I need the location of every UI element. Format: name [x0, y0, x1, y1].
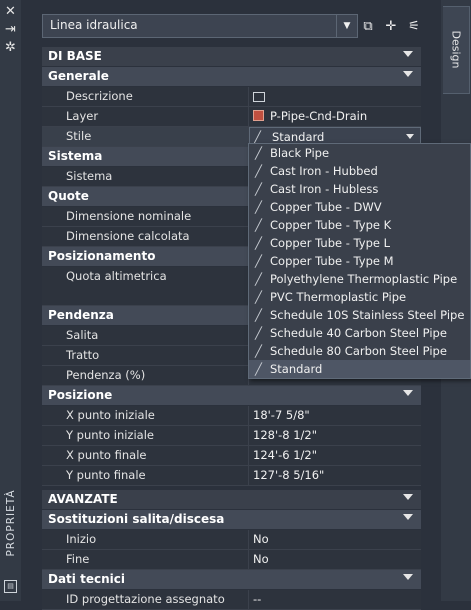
palette-title: PROPRIETÀ [5, 489, 17, 557]
quick-select-icon[interactable]: ⚟ [405, 18, 423, 36]
style-icon: ╱ [255, 272, 262, 286]
object-type-selector[interactable]: Linea idraulica ▼ [42, 14, 358, 38]
prop-fine[interactable]: Fine No [42, 550, 421, 570]
style-icon: ╱ [255, 362, 262, 376]
style-icon: ╱ [255, 146, 262, 160]
prop-inizio[interactable]: Inizio No [42, 530, 421, 550]
select-objects-icon[interactable]: ✛ [382, 18, 400, 36]
palette-title-bar: ✕ ⇥ ✲ PROPRIETÀ ▤ [0, 0, 22, 601]
close-icon[interactable]: ✕ [3, 4, 18, 19]
style-option[interactable]: ╱ Standard [249, 360, 470, 378]
style-option[interactable]: ╱ Cast Iron - Hubbed [249, 162, 470, 180]
style-icon: ╱ [255, 326, 262, 340]
section-avanzate[interactable]: AVANZATE [42, 490, 421, 510]
category-dati-tecnici[interactable]: Dati tecnici [42, 570, 421, 590]
style-option[interactable]: ╱ Schedule 80 Carbon Steel Pipe [249, 342, 470, 360]
tab-design[interactable]: Design [443, 6, 470, 94]
add-selection-icon[interactable]: ⧉ [359, 18, 377, 36]
auto-hide-icon[interactable]: ⇥ [3, 22, 18, 37]
style-icon: ╱ [255, 164, 262, 178]
layer-color-swatch [253, 110, 264, 121]
style-option[interactable]: ╱ Black Pipe [249, 144, 470, 162]
table-icon[interactable] [253, 91, 265, 102]
collapse-icon[interactable] [403, 494, 413, 500]
style-icon: ╱ [255, 236, 262, 250]
style-icon: ╱ [255, 182, 262, 196]
prop-y-iniziale[interactable]: Y punto iniziale 128'-8 1/2" [42, 426, 421, 446]
style-icon: ╱ [255, 344, 262, 358]
prop-x-iniziale[interactable]: X punto iniziale 18'-7 5/8" [42, 406, 421, 426]
prop-x-finale[interactable]: X punto finale 124'-6 1/2" [42, 446, 421, 466]
style-icon: ╱ [255, 308, 262, 322]
collapse-icon[interactable] [403, 574, 413, 580]
style-option[interactable]: ╱ Cast Iron - Hubless [249, 180, 470, 198]
section-basic[interactable]: DI BASE [42, 47, 421, 67]
style-option[interactable]: ╱ PVC Thermoplastic Pipe [249, 288, 470, 306]
style-icon: ╱ [255, 290, 262, 304]
style-dropdown-list: ╱ Black Pipe ╱ Cast Iron - Hubbed ╱ Cast Iron… [248, 143, 471, 379]
style-icon: ╱ [254, 130, 261, 144]
style-icon: ╱ [255, 254, 262, 268]
style-option[interactable]: ╱ Schedule 10S Stainless Steel Pipe [249, 306, 470, 324]
category-sostituzioni[interactable]: Sostituzioni salita/discesa [42, 510, 421, 530]
collapse-icon[interactable] [403, 71, 413, 77]
palette-menu-icon[interactable]: ▤ [4, 580, 17, 593]
collapse-icon[interactable] [403, 51, 413, 57]
style-option[interactable]: ╱ Copper Tube - Type M [249, 252, 470, 270]
chevron-down-icon[interactable] [406, 134, 414, 139]
collapse-icon[interactable] [403, 514, 413, 520]
object-type-value: Linea idraulica [50, 18, 138, 32]
category-posizione[interactable]: Posizione [42, 386, 421, 406]
style-option[interactable]: ╱ Copper Tube - Type L [249, 234, 470, 252]
style-option[interactable]: ╱ Copper Tube - Type K [249, 216, 470, 234]
category-generale[interactable]: Generale [42, 67, 421, 87]
chevron-down-icon[interactable]: ▼ [336, 15, 357, 37]
prop-descrizione[interactable]: Descrizione [42, 87, 421, 107]
style-icon: ╱ [255, 200, 262, 214]
style-option[interactable]: ╱ Schedule 40 Carbon Steel Pipe [249, 324, 470, 342]
prop-y-finale[interactable]: Y punto finale 127'-8 5/16" [42, 466, 421, 486]
prop-layer[interactable]: Layer P-Pipe-Cnd-Drain [42, 107, 421, 127]
collapse-icon[interactable] [403, 390, 413, 396]
settings-icon[interactable]: ✲ [3, 40, 18, 55]
style-option[interactable]: ╱ Copper Tube - DWV [249, 198, 470, 216]
style-option[interactable]: ╱ Polyethylene Thermoplastic Pipe [249, 270, 470, 288]
style-icon: ╱ [255, 218, 262, 232]
prop-id-progettazione[interactable]: ID progettazione assegnato -- [42, 590, 421, 610]
